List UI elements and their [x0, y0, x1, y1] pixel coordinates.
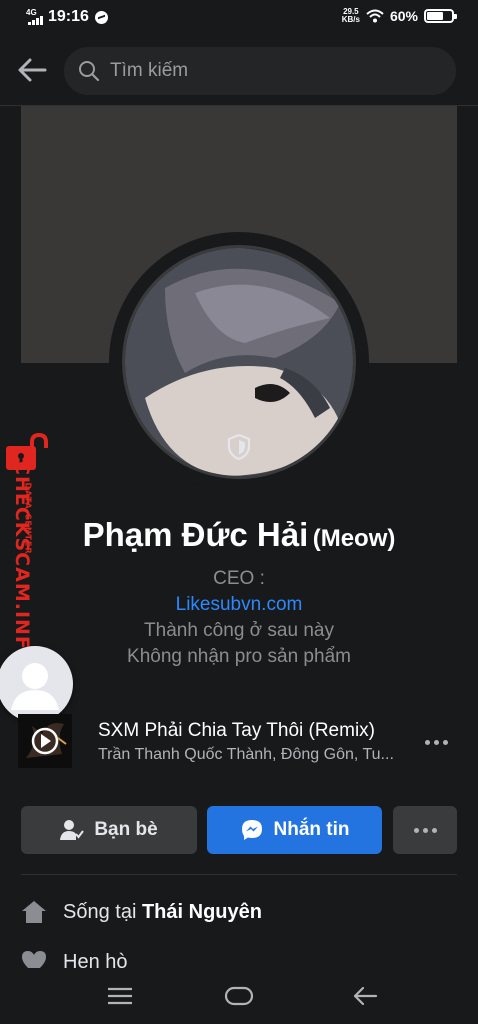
back-button[interactable] — [12, 50, 52, 90]
alternate-name: (Meow) — [312, 525, 396, 552]
search-bar[interactable]: Tìm kiếm — [64, 47, 456, 95]
more-icon — [413, 827, 419, 833]
more-actions-button[interactable] — [393, 806, 457, 854]
message-label: Nhắn tin — [273, 819, 350, 840]
friends-label: Bạn bè — [94, 819, 158, 840]
profile-guard-shield-icon — [227, 433, 251, 461]
message-button[interactable]: Nhắn tin — [207, 806, 382, 854]
cellular-signal-icon: 4G — [26, 9, 43, 25]
home-button[interactable] — [219, 980, 259, 1012]
recent-apps-button[interactable] — [100, 980, 140, 1012]
network-speed: 29.5 KB/s — [342, 8, 360, 24]
top-app-bar: Tìm kiếm — [0, 36, 478, 106]
bio-line-4: Không nhận pro sản phẩm — [127, 646, 351, 667]
default-avatar-icon — [11, 663, 59, 710]
home-icon — [22, 901, 46, 923]
profile-name-row: Phạm Đức Hải (Meow) — [0, 516, 478, 554]
bio-line-1: CEO : — [213, 568, 265, 589]
search-placeholder: Tìm kiếm — [110, 60, 189, 81]
bio-line-3: Thành công ở sau này — [144, 620, 334, 641]
system-back-button[interactable] — [345, 980, 385, 1012]
messenger-notification-icon — [94, 10, 108, 24]
bio-link[interactable]: Likesubvn.com — [0, 594, 478, 616]
chat-head-bubble[interactable] — [0, 646, 73, 722]
battery-icon — [424, 9, 457, 23]
lives-prefix: Sống tại — [63, 900, 137, 923]
clock: 19:16 — [48, 8, 89, 25]
music-more-button[interactable] — [418, 730, 454, 754]
lives-in-row: Sống tại Thái Nguyên — [21, 900, 262, 924]
music-title[interactable]: SXM Phải Chia Tay Thôi (Remix) — [98, 720, 375, 742]
lives-city[interactable]: Thái Nguyên — [142, 901, 262, 923]
system-navigation-bar — [0, 968, 478, 1024]
battery-percent: 60% — [389, 8, 418, 24]
menu-icon — [108, 987, 132, 1005]
wifi-icon — [366, 9, 384, 23]
search-icon — [79, 61, 100, 82]
music-thumbnail[interactable] — [18, 714, 72, 768]
back-arrow-icon — [18, 58, 47, 82]
speed-unit: KB/s — [341, 15, 360, 24]
friends-button[interactable]: Bạn bè — [21, 806, 197, 854]
profile-name: Phạm Đức Hải — [82, 516, 309, 553]
messenger-icon — [241, 820, 262, 840]
more-icon — [424, 739, 430, 745]
divider — [21, 874, 457, 875]
person-icon — [60, 820, 85, 840]
status-bar: 4G 19:16 29.5 KB/s 60% — [0, 0, 478, 36]
music-artist: Trần Thanh Quốc Thành, Đông Gôn, Tu... — [98, 746, 394, 763]
nav-back-icon — [353, 986, 378, 1006]
play-icon — [26, 723, 67, 758]
home-pill-icon — [224, 986, 254, 1006]
